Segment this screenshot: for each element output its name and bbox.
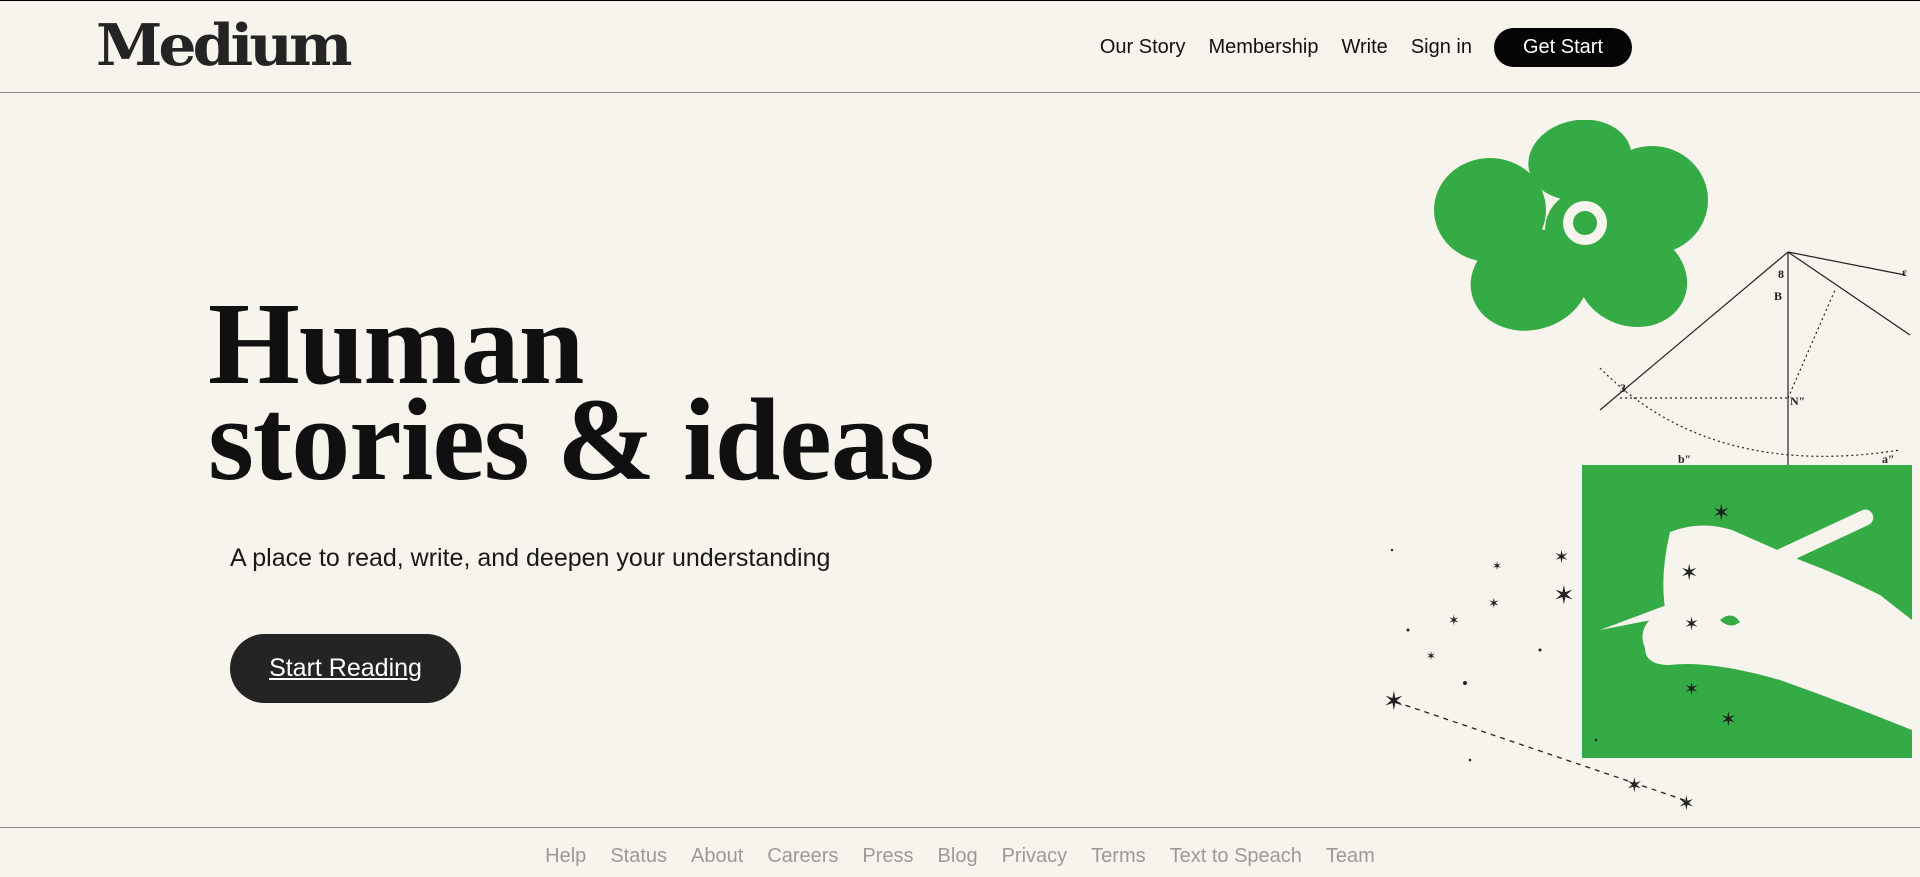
footer-link-blog[interactable]: Blog (938, 845, 978, 868)
hero-headline: Human stories & ideas (208, 285, 935, 505)
get-start-button[interactable]: Get Start (1493, 28, 1632, 67)
footer-link-status[interactable]: Status (610, 845, 667, 868)
hero-illustration: B N″ E b″ a″ 3 8 ε ✶ ✶ ✶ ✶ ✶ ✶ ✶ ✶ ✶ ✶ ✶… (1383, 120, 1912, 815)
start-reading-button[interactable]: Start Reading (230, 634, 461, 703)
geometry-label-n: N″ (1790, 394, 1805, 408)
footer: Help Status About Careers Press Blog Pri… (0, 827, 1920, 877)
svg-text:✶: ✶ (1553, 581, 1575, 611)
nav-membership[interactable]: Membership (1208, 36, 1318, 59)
medium-logo[interactable]: Medium (96, 13, 352, 80)
flower-illustration (1434, 120, 1708, 331)
footer-link-terms[interactable]: Terms (1091, 845, 1145, 868)
svg-text:✶: ✶ (1626, 773, 1643, 797)
footer-link-careers[interactable]: Careers (767, 845, 838, 868)
geometry-label-epsilon: ε (1902, 265, 1907, 279)
footer-link-privacy[interactable]: Privacy (1002, 845, 1068, 868)
svg-text:✶: ✶ (1720, 707, 1737, 731)
svg-text:✶: ✶ (1684, 679, 1699, 700)
svg-text:✶: ✶ (1426, 649, 1436, 663)
geometry-label-a2: a″ (1882, 452, 1895, 466)
hero-subtitle: A place to read, write, and deepen your … (230, 544, 831, 572)
svg-text:✶: ✶ (1448, 613, 1460, 629)
footer-link-help[interactable]: Help (545, 845, 586, 868)
geometry-label-8: 8 (1778, 267, 1784, 281)
svg-text:✶: ✶ (1680, 561, 1698, 586)
nav-our-story[interactable]: Our Story (1100, 36, 1186, 59)
svg-text:✶: ✶ (1492, 559, 1502, 573)
headline-line-2: stories & ideas (208, 374, 935, 505)
svg-text:✶: ✶ (1488, 596, 1500, 612)
svg-text:✶: ✶ (1554, 547, 1569, 568)
svg-text:✶: ✶ (1684, 614, 1699, 635)
nav-write[interactable]: Write (1342, 36, 1388, 59)
main-nav: Our Story Membership Write Sign in Get S… (1100, 28, 1632, 67)
svg-text:✶: ✶ (1712, 501, 1730, 526)
footer-link-press[interactable]: Press (862, 845, 913, 868)
geometry-label-3: 3 (1620, 381, 1626, 395)
nav-sign-in[interactable]: Sign in (1411, 36, 1472, 59)
geometry-label-b: B (1774, 289, 1782, 303)
svg-text:✶: ✶ (1383, 687, 1405, 717)
top-header: Medium Our Story Membership Write Sign i… (0, 1, 1920, 93)
footer-link-text-to-speach[interactable]: Text to Speach (1170, 845, 1302, 868)
footer-link-about[interactable]: About (691, 845, 743, 868)
geometry-label-b2: b″ (1678, 452, 1691, 466)
footer-link-team[interactable]: Team (1326, 845, 1375, 868)
hand-writing-illustration (1582, 465, 1912, 758)
svg-text:✶: ✶ (1678, 791, 1695, 815)
